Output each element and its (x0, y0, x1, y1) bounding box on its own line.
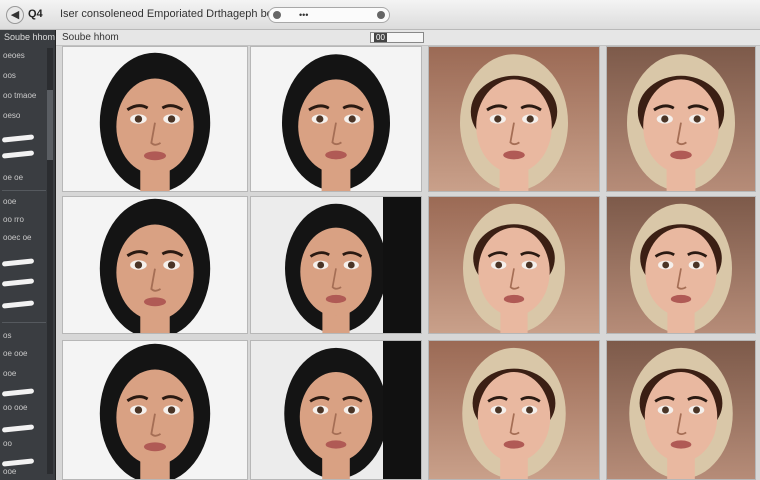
image-thumbnail[interactable] (606, 46, 756, 192)
face-image (285, 203, 387, 333)
sidebar-item[interactable]: oeoes (3, 50, 45, 62)
image-thumbnail[interactable] (250, 196, 422, 334)
app-label: Q4 (28, 8, 43, 20)
image-thumbnail[interactable] (250, 340, 422, 480)
sidebar-slider[interactable] (1, 300, 35, 309)
zoom-value: 00 (374, 33, 387, 42)
sidebar-slider[interactable] (1, 388, 35, 397)
nav-circle-icon[interactable] (273, 11, 281, 19)
back-button[interactable]: ◀ (6, 6, 24, 24)
image-thumbnail[interactable] (250, 46, 422, 192)
sidebar-slider[interactable] (1, 424, 35, 433)
sidebar-item[interactable]: ooec oe (3, 232, 45, 244)
image-thumbnail[interactable] (62, 46, 248, 192)
sidebar: Soube hhom oeoes oos oo tmaoe oeso oe oe… (0, 30, 56, 480)
address-text: ••• (299, 10, 309, 20)
sidebar-item[interactable]: oe oe (3, 172, 45, 184)
face-image (282, 54, 390, 191)
image-grid (56, 46, 760, 480)
face-image (99, 198, 211, 333)
image-thumbnail[interactable] (62, 196, 248, 334)
image-thumbnail[interactable] (606, 196, 756, 334)
image-thumbnail[interactable] (428, 340, 600, 480)
back-icon: ◀ (10, 9, 20, 21)
go-circle-icon[interactable] (377, 11, 385, 19)
sidebar-item[interactable]: ooe (3, 196, 45, 208)
image-thumbnail[interactable] (428, 46, 600, 192)
sidebar-divider (2, 190, 46, 191)
face-image (462, 347, 566, 479)
sidebar-slider[interactable] (1, 150, 35, 159)
window-titlebar: ◀ Q4 Iser consoleneod Emporiated Drthage… (0, 0, 760, 30)
sidebar-scroll-thumb[interactable] (47, 90, 53, 160)
address-bar[interactable]: ••• (268, 7, 390, 23)
face-image (630, 203, 732, 333)
face-image (460, 54, 568, 191)
face-image (627, 54, 735, 191)
sidebar-item[interactable]: oo tmaoe (3, 90, 45, 102)
image-thumbnail[interactable] (606, 340, 756, 480)
face-image (284, 347, 388, 479)
face-image (99, 52, 211, 191)
sidebar-slider[interactable] (1, 134, 35, 143)
face-image (99, 343, 211, 479)
zoom-box[interactable]: 00 (370, 32, 424, 43)
page-title: Iser consoleneod Emporiated Drthageph be… (60, 8, 290, 20)
sidebar-item[interactable]: oe ooe (3, 348, 45, 360)
sidebar-item[interactable]: ooe (3, 466, 45, 478)
sidebar-item[interactable]: os (3, 330, 45, 342)
image-thumbnail[interactable] (62, 340, 248, 480)
sidebar-item[interactable]: oos (3, 70, 45, 82)
sidebar-item[interactable]: oeso (3, 110, 45, 122)
sidebar-slider[interactable] (1, 278, 35, 287)
sidebar-slider[interactable] (1, 258, 35, 267)
image-thumbnail[interactable] (428, 196, 600, 334)
sidebar-divider (2, 322, 46, 323)
breadcrumb: Soube hhom (62, 32, 119, 43)
face-image (629, 347, 733, 479)
sidebar-item[interactable]: oo rro (3, 214, 45, 226)
face-image (463, 203, 565, 333)
sidebar-item[interactable]: ooe (3, 368, 45, 380)
sidebar-item[interactable]: oo ooe (3, 402, 45, 414)
browser-toolbar: Soube hhom 00 (56, 30, 760, 46)
sidebar-item[interactable]: oo (3, 438, 45, 450)
sidebar-title: Soube hhom (4, 32, 56, 42)
